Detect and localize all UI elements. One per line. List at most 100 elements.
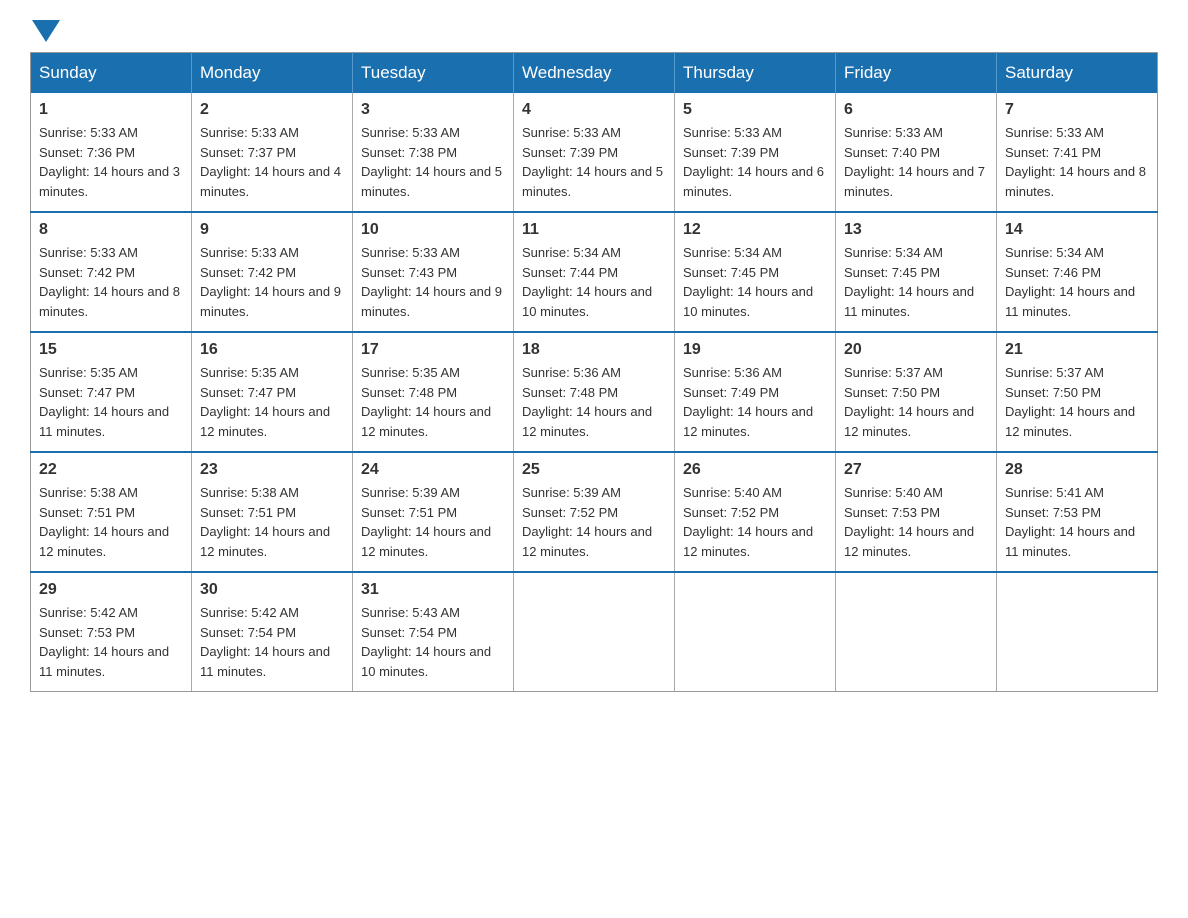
calendar-cell: 26 Sunrise: 5:40 AM Sunset: 7:52 PM Dayl… [675, 452, 836, 572]
daylight-label: Daylight: 14 hours and 12 minutes. [522, 404, 652, 439]
daylight-label: Daylight: 14 hours and 9 minutes. [361, 284, 502, 319]
day-info: Sunrise: 5:33 AM Sunset: 7:40 PM Dayligh… [844, 123, 988, 201]
sunset-label: Sunset: 7:43 PM [361, 265, 457, 280]
daylight-label: Daylight: 14 hours and 12 minutes. [200, 404, 330, 439]
sunrise-label: Sunrise: 5:33 AM [683, 125, 782, 140]
day-info: Sunrise: 5:38 AM Sunset: 7:51 PM Dayligh… [39, 483, 183, 561]
sunrise-label: Sunrise: 5:42 AM [39, 605, 138, 620]
calendar-cell: 27 Sunrise: 5:40 AM Sunset: 7:53 PM Dayl… [836, 452, 997, 572]
day-number: 19 [683, 341, 827, 359]
calendar-cell: 2 Sunrise: 5:33 AM Sunset: 7:37 PM Dayli… [192, 93, 353, 212]
calendar-cell: 22 Sunrise: 5:38 AM Sunset: 7:51 PM Dayl… [31, 452, 192, 572]
calendar-cell: 1 Sunrise: 5:33 AM Sunset: 7:36 PM Dayli… [31, 93, 192, 212]
day-number: 13 [844, 221, 988, 239]
calendar-table: SundayMondayTuesdayWednesdayThursdayFrid… [30, 52, 1158, 692]
logo-triangle-icon [32, 20, 60, 42]
sunrise-label: Sunrise: 5:39 AM [522, 485, 621, 500]
daylight-label: Daylight: 14 hours and 6 minutes. [683, 164, 824, 199]
sunset-label: Sunset: 7:50 PM [844, 385, 940, 400]
calendar-cell [675, 572, 836, 692]
calendar-cell: 6 Sunrise: 5:33 AM Sunset: 7:40 PM Dayli… [836, 93, 997, 212]
daylight-label: Daylight: 14 hours and 12 minutes. [361, 524, 491, 559]
day-info: Sunrise: 5:40 AM Sunset: 7:52 PM Dayligh… [683, 483, 827, 561]
sunset-label: Sunset: 7:36 PM [39, 145, 135, 160]
day-number: 2 [200, 101, 344, 119]
sunset-label: Sunset: 7:37 PM [200, 145, 296, 160]
day-info: Sunrise: 5:35 AM Sunset: 7:47 PM Dayligh… [39, 363, 183, 441]
day-number: 21 [1005, 341, 1149, 359]
calendar-cell: 15 Sunrise: 5:35 AM Sunset: 7:47 PM Dayl… [31, 332, 192, 452]
sunrise-label: Sunrise: 5:39 AM [361, 485, 460, 500]
day-info: Sunrise: 5:35 AM Sunset: 7:48 PM Dayligh… [361, 363, 505, 441]
day-info: Sunrise: 5:33 AM Sunset: 7:43 PM Dayligh… [361, 243, 505, 321]
day-info: Sunrise: 5:40 AM Sunset: 7:53 PM Dayligh… [844, 483, 988, 561]
sunrise-label: Sunrise: 5:38 AM [200, 485, 299, 500]
sunset-label: Sunset: 7:48 PM [361, 385, 457, 400]
weekday-header-friday: Friday [836, 53, 997, 94]
calendar-cell: 11 Sunrise: 5:34 AM Sunset: 7:44 PM Dayl… [514, 212, 675, 332]
calendar-cell: 7 Sunrise: 5:33 AM Sunset: 7:41 PM Dayli… [997, 93, 1158, 212]
day-number: 5 [683, 101, 827, 119]
daylight-label: Daylight: 14 hours and 9 minutes. [200, 284, 341, 319]
calendar-cell: 3 Sunrise: 5:33 AM Sunset: 7:38 PM Dayli… [353, 93, 514, 212]
sunrise-label: Sunrise: 5:40 AM [844, 485, 943, 500]
day-number: 6 [844, 101, 988, 119]
daylight-label: Daylight: 14 hours and 12 minutes. [361, 404, 491, 439]
calendar-week-row: 22 Sunrise: 5:38 AM Sunset: 7:51 PM Dayl… [31, 452, 1158, 572]
daylight-label: Daylight: 14 hours and 12 minutes. [844, 404, 974, 439]
sunrise-label: Sunrise: 5:34 AM [683, 245, 782, 260]
page-header [30, 20, 1158, 42]
day-info: Sunrise: 5:33 AM Sunset: 7:36 PM Dayligh… [39, 123, 183, 201]
day-number: 23 [200, 461, 344, 479]
day-info: Sunrise: 5:33 AM Sunset: 7:42 PM Dayligh… [200, 243, 344, 321]
day-info: Sunrise: 5:35 AM Sunset: 7:47 PM Dayligh… [200, 363, 344, 441]
day-number: 9 [200, 221, 344, 239]
daylight-label: Daylight: 14 hours and 5 minutes. [522, 164, 663, 199]
calendar-cell: 4 Sunrise: 5:33 AM Sunset: 7:39 PM Dayli… [514, 93, 675, 212]
sunset-label: Sunset: 7:42 PM [200, 265, 296, 280]
sunset-label: Sunset: 7:47 PM [200, 385, 296, 400]
sunrise-label: Sunrise: 5:41 AM [1005, 485, 1104, 500]
daylight-label: Daylight: 14 hours and 12 minutes. [39, 524, 169, 559]
daylight-label: Daylight: 14 hours and 8 minutes. [1005, 164, 1146, 199]
calendar-cell [997, 572, 1158, 692]
day-number: 22 [39, 461, 183, 479]
day-number: 26 [683, 461, 827, 479]
day-number: 31 [361, 581, 505, 599]
sunset-label: Sunset: 7:50 PM [1005, 385, 1101, 400]
day-number: 15 [39, 341, 183, 359]
calendar-cell [836, 572, 997, 692]
daylight-label: Daylight: 14 hours and 11 minutes. [1005, 524, 1135, 559]
sunrise-label: Sunrise: 5:37 AM [844, 365, 943, 380]
day-number: 28 [1005, 461, 1149, 479]
daylight-label: Daylight: 14 hours and 8 minutes. [39, 284, 180, 319]
calendar-cell: 19 Sunrise: 5:36 AM Sunset: 7:49 PM Dayl… [675, 332, 836, 452]
day-info: Sunrise: 5:34 AM Sunset: 7:45 PM Dayligh… [683, 243, 827, 321]
calendar-cell: 20 Sunrise: 5:37 AM Sunset: 7:50 PM Dayl… [836, 332, 997, 452]
sunset-label: Sunset: 7:51 PM [39, 505, 135, 520]
daylight-label: Daylight: 14 hours and 12 minutes. [683, 404, 813, 439]
daylight-label: Daylight: 14 hours and 7 minutes. [844, 164, 985, 199]
sunset-label: Sunset: 7:39 PM [683, 145, 779, 160]
day-info: Sunrise: 5:43 AM Sunset: 7:54 PM Dayligh… [361, 603, 505, 681]
day-info: Sunrise: 5:33 AM Sunset: 7:39 PM Dayligh… [683, 123, 827, 201]
day-number: 20 [844, 341, 988, 359]
sunset-label: Sunset: 7:54 PM [361, 625, 457, 640]
day-info: Sunrise: 5:39 AM Sunset: 7:52 PM Dayligh… [522, 483, 666, 561]
day-number: 30 [200, 581, 344, 599]
day-number: 3 [361, 101, 505, 119]
day-number: 1 [39, 101, 183, 119]
daylight-label: Daylight: 14 hours and 4 minutes. [200, 164, 341, 199]
sunset-label: Sunset: 7:53 PM [39, 625, 135, 640]
sunset-label: Sunset: 7:52 PM [683, 505, 779, 520]
day-info: Sunrise: 5:34 AM Sunset: 7:44 PM Dayligh… [522, 243, 666, 321]
sunrise-label: Sunrise: 5:34 AM [522, 245, 621, 260]
day-number: 27 [844, 461, 988, 479]
sunrise-label: Sunrise: 5:33 AM [39, 245, 138, 260]
day-number: 17 [361, 341, 505, 359]
calendar-week-row: 8 Sunrise: 5:33 AM Sunset: 7:42 PM Dayli… [31, 212, 1158, 332]
day-info: Sunrise: 5:33 AM Sunset: 7:42 PM Dayligh… [39, 243, 183, 321]
sunset-label: Sunset: 7:48 PM [522, 385, 618, 400]
day-number: 29 [39, 581, 183, 599]
calendar-cell [514, 572, 675, 692]
